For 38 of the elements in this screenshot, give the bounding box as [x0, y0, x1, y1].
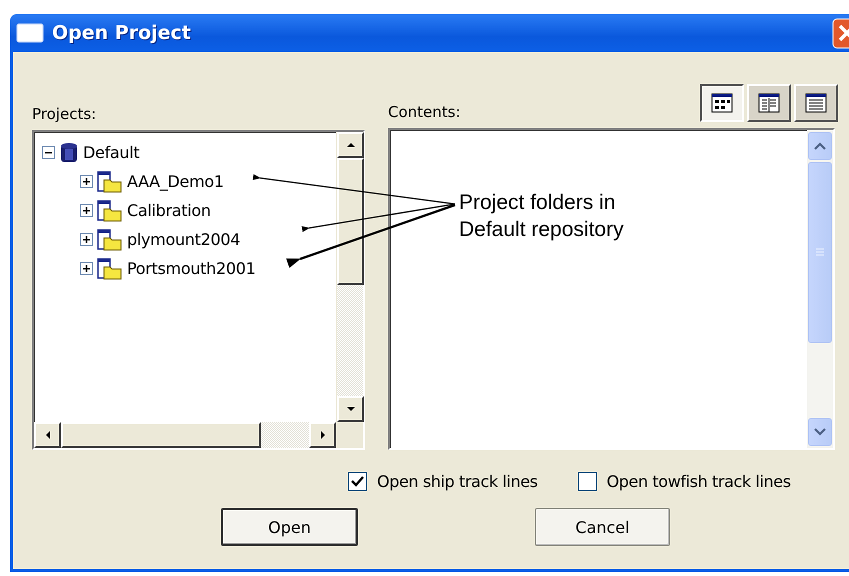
checkmark-icon — [351, 476, 364, 487]
view-button[interactable] — [700, 84, 744, 122]
option-checkbox[interactable]: Open ship track lines — [348, 472, 538, 491]
expand-icon[interactable] — [80, 233, 93, 246]
grip-icon — [815, 247, 825, 258]
collapse-icon[interactable] — [42, 146, 55, 159]
annotation-text: Project folders in Default repository — [459, 190, 625, 243]
scrollbar-thumb[interactable] — [61, 422, 261, 448]
expand-icon[interactable] — [80, 175, 93, 188]
contents-label: Contents: — [388, 103, 461, 121]
up-arrow-icon — [346, 140, 356, 150]
option-checkbox[interactable]: Open towfish track lines — [578, 472, 791, 491]
horizontal-scrollbar[interactable] — [34, 422, 336, 448]
scrollbar-thumb[interactable] — [337, 158, 364, 285]
expand-icon[interactable] — [80, 204, 93, 217]
folder-icon — [97, 228, 123, 250]
down-arrow-icon — [346, 404, 356, 414]
window-title: Open Project — [52, 22, 192, 44]
vertical-scrollbar[interactable] — [336, 132, 363, 422]
folder-icon — [97, 258, 123, 280]
vertical-scrollbar[interactable] — [807, 130, 833, 448]
list-view-icon — [758, 93, 780, 113]
expand-icon[interactable] — [80, 262, 93, 275]
tree-item[interactable]: Portsmouth2001 — [127, 259, 256, 278]
folder-icon — [97, 200, 123, 222]
folder-icon — [97, 170, 123, 192]
tree-item[interactable]: Calibration — [127, 201, 211, 220]
tree-item[interactable]: Default — [83, 143, 140, 162]
tree-item[interactable]: plymount2004 — [127, 230, 240, 249]
icon-view-icon — [711, 93, 733, 113]
details-view-icon — [805, 93, 827, 113]
tree-item[interactable]: AAA_Demo1 — [127, 172, 224, 191]
window-icon — [16, 23, 44, 43]
database-icon — [59, 142, 79, 164]
dialog-button[interactable]: Open — [221, 508, 358, 546]
dialog-button[interactable]: Cancel — [535, 508, 670, 546]
scrollbar-corner — [336, 422, 363, 448]
projects-label: Projects: — [32, 105, 98, 123]
